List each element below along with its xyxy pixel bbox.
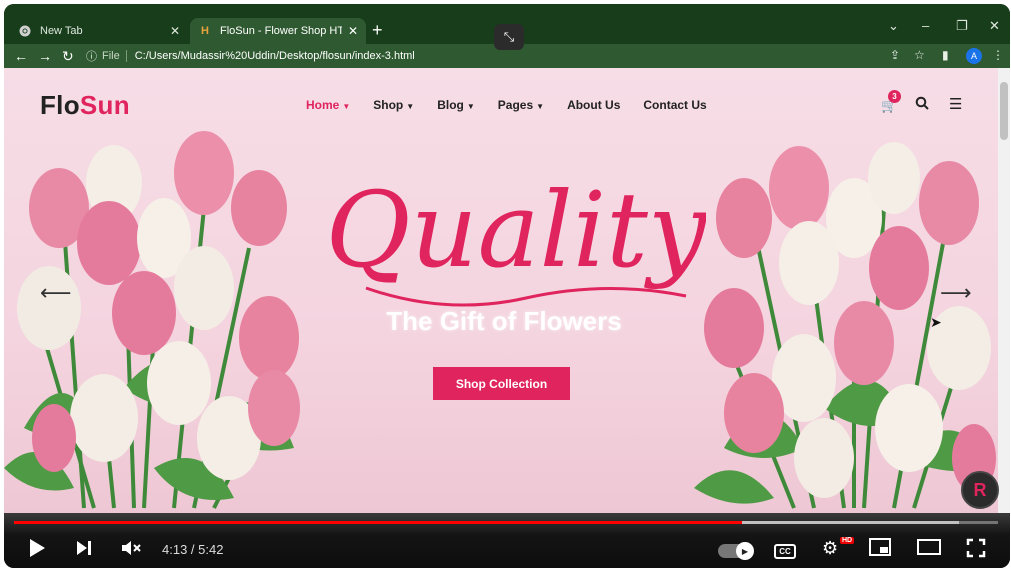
- tulip-bouquet-left: [4, 131, 300, 509]
- nav-item-blog[interactable]: Blog ▼: [437, 98, 475, 112]
- logo-accent-text: Sun: [79, 90, 130, 120]
- channel-watermark-icon[interactable]: R: [961, 471, 999, 509]
- scheme-label: File: [102, 50, 120, 62]
- nav-item-contact[interactable]: Contact Us: [643, 98, 706, 112]
- close-tab-icon[interactable]: ✕: [348, 24, 358, 38]
- miniplayer-icon[interactable]: [869, 538, 891, 560]
- chevron-down-icon: ▼: [466, 102, 475, 111]
- play-icon: ▶: [736, 542, 754, 560]
- reload-icon[interactable]: ↻: [62, 47, 74, 65]
- cart-count-badge: 3: [888, 90, 901, 103]
- hero-script-title: Quality: [326, 169, 706, 307]
- nav-label: About Us: [567, 98, 621, 112]
- nav-label: Pages: [497, 98, 534, 112]
- website-viewport: FloSun Home ▼ Shop ▼ Blog ▼ Pages ▼ About Us…: [4, 68, 998, 513]
- back-icon[interactable]: ←: [14, 47, 28, 65]
- nav-item-shop[interactable]: Shop ▼: [373, 98, 414, 112]
- nav-item-pages[interactable]: Pages ▼: [498, 98, 544, 112]
- slider-prev-arrow-icon[interactable]: ⟵: [40, 280, 72, 306]
- chevron-down-icon: ▼: [342, 102, 351, 111]
- tab-title: FloSun - Flower Shop HTML5 Ter: [220, 25, 342, 37]
- nav-label: Blog: [437, 98, 464, 112]
- tab-search-icon[interactable]: ⌄: [888, 18, 899, 34]
- hamburger-menu-icon[interactable]: ☰: [949, 95, 962, 113]
- share-icon[interactable]: ⇪: [890, 48, 900, 62]
- minimize-icon[interactable]: –: [922, 18, 929, 33]
- side-panel-icon[interactable]: ▮: [942, 48, 949, 62]
- url-text[interactable]: C:/Users/Mudassir%20Uddin/Desktop/flosun…: [135, 50, 415, 62]
- logo-text: Flo: [40, 90, 80, 120]
- restore-icon[interactable]: ❐: [956, 18, 968, 34]
- browser-menu-icon[interactable]: ⋮: [992, 48, 1004, 62]
- bookmark-star-icon[interactable]: ☆: [914, 48, 925, 62]
- tab-title: New Tab: [40, 25, 83, 37]
- chrome-icon: [18, 24, 32, 38]
- exit-fullscreen-icon[interactable]: ⤡: [494, 24, 524, 50]
- fullscreen-icon[interactable]: [966, 538, 986, 562]
- tab-new-tab[interactable]: New Tab ✕: [10, 18, 188, 44]
- close-tab-icon[interactable]: ✕: [170, 24, 180, 38]
- scrollbar-thumb[interactable]: [1000, 82, 1008, 140]
- nav-item-home[interactable]: Home ▼: [306, 98, 350, 112]
- site-info-icon[interactable]: ⓘ: [86, 48, 97, 64]
- site-logo[interactable]: FloSun: [40, 90, 130, 121]
- main-nav: Home ▼ Shop ▼ Blog ▼ Pages ▼ About Us Contac…: [306, 98, 730, 112]
- mouse-cursor-icon: ➤: [930, 314, 942, 330]
- video-controls-bar: 4:13 / 5:42 ▶ CC ⚙ HD: [4, 513, 1010, 568]
- play-icon[interactable]: [28, 538, 46, 562]
- omnibox-divider: [125, 50, 127, 62]
- theater-mode-icon[interactable]: [917, 538, 941, 560]
- time-display: 4:13 / 5:42: [162, 542, 224, 557]
- nav-label: Contact Us: [643, 98, 707, 112]
- new-tab-button[interactable]: +: [372, 20, 383, 40]
- subtitles-button[interactable]: CC: [774, 544, 796, 559]
- search-icon[interactable]: [915, 96, 929, 113]
- hd-badge: HD: [840, 537, 855, 544]
- chevron-down-icon: ▼: [406, 102, 415, 111]
- page-scrollbar[interactable]: [998, 68, 1010, 513]
- settings-gear-icon[interactable]: ⚙: [822, 538, 838, 558]
- slider-next-arrow-icon[interactable]: ⟶: [940, 280, 972, 306]
- played-bar: [14, 521, 743, 524]
- nav-label: Home: [306, 98, 340, 112]
- chevron-down-icon: ▼: [536, 102, 545, 111]
- progress-bar[interactable]: [14, 521, 998, 524]
- html5-favicon: H: [201, 25, 209, 37]
- forward-icon[interactable]: →: [38, 47, 52, 65]
- tab-flosun[interactable]: H FloSun - Flower Shop HTML5 Ter ✕: [190, 18, 366, 44]
- next-icon[interactable]: [74, 538, 94, 562]
- nav-item-about[interactable]: About Us: [567, 98, 620, 112]
- nav-label: Shop: [373, 98, 404, 112]
- profile-avatar[interactable]: A: [966, 48, 982, 64]
- hero-subtitle: The Gift of Flowers: [386, 306, 622, 336]
- video-player[interactable]: New Tab ✕ H FloSun - Flower Shop HTML5 T…: [4, 4, 1010, 568]
- tulip-bouquet-right: [694, 142, 996, 509]
- volume-muted-icon[interactable]: [120, 538, 142, 562]
- hero-script-text: Quality: [326, 169, 706, 291]
- autoplay-toggle[interactable]: ▶: [718, 542, 754, 560]
- window-close-icon[interactable]: ✕: [989, 18, 1000, 34]
- shop-collection-button[interactable]: Shop Collection: [433, 367, 570, 400]
